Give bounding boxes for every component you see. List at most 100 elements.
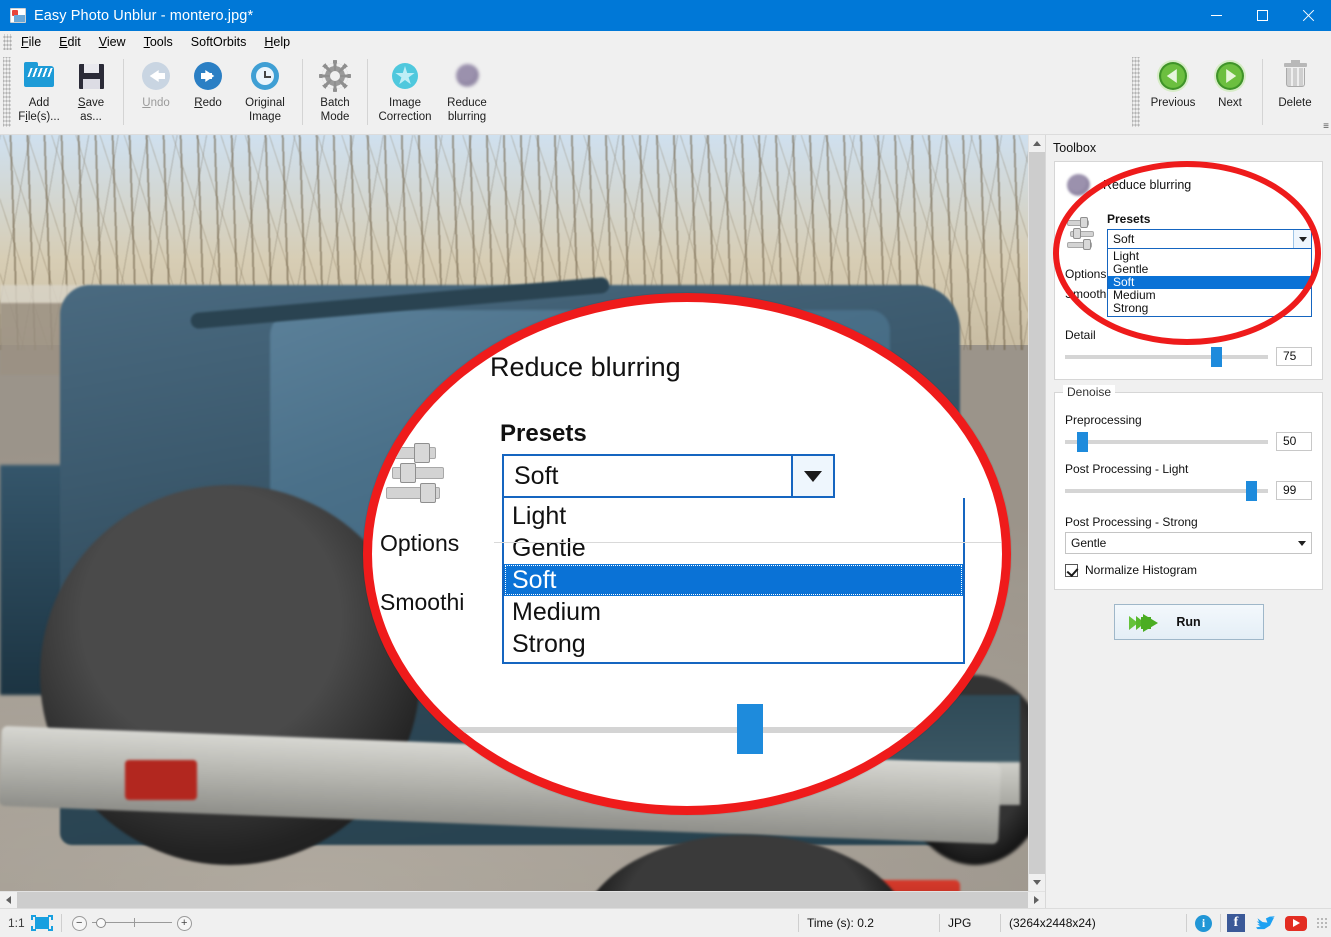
original-image-button[interactable]: Original Image — [234, 53, 296, 126]
menu-help[interactable]: Help — [255, 33, 299, 51]
previous-button[interactable]: Previous — [1142, 53, 1204, 113]
magnifier-option-light[interactable]: Light — [504, 500, 963, 532]
undo-arrow-icon — [139, 59, 173, 93]
image-correction-label-line1: Image — [389, 97, 421, 111]
scroll-left-button[interactable] — [0, 892, 17, 908]
post-light-slider-row: 99 — [1065, 479, 1312, 501]
detail-slider-track — [1065, 355, 1268, 359]
post-light-slider[interactable] — [1065, 479, 1268, 501]
menu-edit[interactable]: Edit — [50, 33, 90, 51]
zoom-in-button[interactable]: + — [177, 916, 192, 931]
toolbar-grip[interactable] — [3, 57, 11, 127]
module-title: Reduce blurring — [1103, 178, 1191, 192]
detail-slider[interactable] — [1065, 345, 1268, 367]
zoom-out-button[interactable]: − — [72, 916, 87, 931]
detail-slider-knob[interactable] — [1211, 347, 1222, 367]
post-light-value-field[interactable]: 99 — [1276, 481, 1312, 500]
menu-file[interactable]: File — [12, 33, 50, 51]
youtube-link[interactable] — [1280, 909, 1312, 937]
presets-combo[interactable]: Soft — [1107, 229, 1312, 249]
app-photo-icon — [10, 8, 26, 23]
magnifier-option-strong[interactable]: Strong — [504, 628, 963, 660]
preprocessing-slider[interactable] — [1065, 430, 1268, 452]
magnifier-option-soft[interactable]: Soft — [504, 564, 963, 596]
redo-arrow-icon — [191, 59, 225, 93]
twitter-link[interactable] — [1251, 909, 1280, 937]
options-label: Options — [1065, 267, 1106, 281]
magnifier-presets-combo[interactable]: Soft — [502, 454, 835, 498]
magnifier-detail-label: De — [384, 692, 413, 719]
scroll-right-button[interactable] — [1028, 892, 1045, 908]
magnifier-slider-track[interactable] — [432, 727, 992, 733]
post-strong-combo[interactable]: Gentle — [1065, 532, 1312, 554]
preprocessing-slider-track — [1065, 440, 1268, 444]
zoom-slider[interactable]: − + — [72, 913, 192, 933]
magnifier-chevron-down-icon[interactable] — [791, 456, 833, 496]
horizontal-scroll-thumb[interactable] — [17, 892, 1028, 908]
presets-dropdown[interactable]: Light Gentle Soft Medium Strong — [1107, 249, 1312, 317]
title-bar: Easy Photo Unblur - montero.jpg* — [0, 0, 1331, 31]
chevron-down-icon[interactable] — [1293, 230, 1311, 248]
maximize-button[interactable] — [1239, 0, 1285, 31]
maximize-icon — [1257, 10, 1268, 21]
normalize-histogram-checkbox[interactable] — [1065, 564, 1078, 577]
reduce-blurring-label-line2: blurring — [448, 111, 486, 125]
post-light-slider-knob[interactable] — [1246, 481, 1257, 501]
presets-value: Soft — [1113, 232, 1134, 246]
reduce-blurring-label-line1: Reduce — [447, 97, 487, 111]
menu-softorbits[interactable]: SoftOrbits — [182, 33, 256, 51]
preprocessing-value-field[interactable]: 50 — [1276, 432, 1312, 451]
magnifier-slider-knob[interactable] — [737, 704, 763, 754]
run-button[interactable]: Run — [1114, 604, 1264, 640]
format-status: JPG — [940, 909, 1000, 937]
horizontal-scrollbar[interactable] — [0, 891, 1045, 908]
folder-icon — [22, 59, 56, 93]
scroll-down-button[interactable] — [1029, 874, 1045, 891]
preset-option-gentle[interactable]: Gentle — [1108, 263, 1311, 276]
info-button[interactable]: i — [1187, 909, 1220, 937]
close-button[interactable] — [1285, 0, 1331, 31]
magnifier-option-medium[interactable]: Medium — [504, 596, 963, 628]
magnifier-presets-label: Presets — [500, 420, 587, 448]
menu-view[interactable]: View — [90, 33, 135, 51]
reduce-blurring-button[interactable]: Reduce blurring — [436, 53, 498, 126]
menu-tools[interactable]: Tools — [135, 33, 182, 51]
zoom-ratio-label[interactable]: 1:1 — [0, 916, 25, 930]
photo-canvas[interactable]: Reduce blurring Presets — [0, 135, 1028, 891]
add-files-label-line2: File(s)... — [18, 111, 60, 125]
sliders-icon — [386, 445, 458, 507]
resize-grip[interactable] — [1316, 917, 1328, 929]
fit-to-screen-icon[interactable] — [31, 915, 53, 931]
scroll-up-button[interactable] — [1029, 135, 1045, 152]
toolbar-right-grip[interactable] — [1132, 57, 1140, 127]
save-as-button[interactable]: Save as... — [65, 53, 117, 126]
next-button[interactable]: Next — [1204, 53, 1256, 113]
arrow-right-circle-icon — [1213, 59, 1247, 93]
preprocessing-label: Preprocessing — [1065, 413, 1312, 427]
magnifier-option-gentle[interactable]: Gentle — [504, 532, 963, 564]
preprocessing-slider-knob[interactable] — [1077, 432, 1088, 452]
facebook-link[interactable]: f — [1221, 909, 1251, 937]
batch-mode-button[interactable]: Batch Mode — [309, 53, 361, 126]
trash-icon — [1278, 59, 1312, 93]
chevron-down-icon[interactable] — [1293, 534, 1311, 552]
image-correction-button[interactable]: Image Correction — [374, 53, 436, 126]
toolbar-overflow-icon[interactable]: ≡ — [1323, 121, 1329, 132]
star-burst-icon — [388, 59, 422, 93]
vertical-scrollbar[interactable] — [1028, 135, 1045, 891]
minimize-button[interactable] — [1193, 0, 1239, 31]
floppy-disk-icon — [74, 59, 108, 93]
redo-button[interactable]: Redo — [182, 53, 234, 113]
preset-option-strong[interactable]: Strong — [1108, 302, 1311, 315]
undo-button[interactable]: Undo — [130, 53, 182, 113]
delete-button[interactable]: Delete — [1269, 53, 1321, 113]
save-as-label-line2: as... — [80, 111, 102, 125]
vertical-scroll-thumb[interactable] — [1029, 152, 1045, 874]
detail-value-field[interactable]: 75 — [1276, 347, 1312, 366]
magnifier-presets-dropdown[interactable]: Light Gentle Soft Medium Strong — [502, 498, 965, 664]
menu-grip[interactable] — [3, 34, 12, 50]
normalize-histogram-row[interactable]: Normalize Histogram — [1065, 563, 1312, 577]
module-header: Reduce blurring — [1065, 172, 1312, 198]
zoom-slider-knob[interactable] — [96, 918, 106, 928]
add-files-button[interactable]: Add File(s)... — [13, 53, 65, 126]
